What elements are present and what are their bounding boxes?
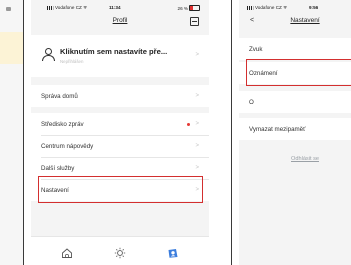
tab-scenes[interactable] (114, 246, 126, 259)
settings-screen: Vodafone CZ ᯤ 9:56 < Nastavení Zvuk Ozná… (239, 0, 351, 265)
scene-sun-icon (114, 247, 126, 259)
chevron-right-icon: > (195, 121, 199, 127)
chevron-right-icon: > (195, 52, 199, 58)
menu-item-label: Další služby (41, 165, 75, 172)
login-card[interactable]: Kliknutím sem nastavíte pře... Nepřihláš… (31, 35, 209, 77)
chevron-right-icon: > (195, 165, 199, 171)
chevron-right-icon: > (195, 143, 199, 149)
panel-divider (231, 0, 232, 265)
menu-item-message-center[interactable]: Středisko zpráv > (31, 113, 209, 135)
settings-item-label: O (249, 99, 254, 106)
unread-badge (187, 122, 190, 126)
profile-screen: Vodafone CZ ᯤ 11:34 26 % Profil Kliknutí… (31, 0, 209, 265)
settings-item-label: Zvuk (249, 46, 263, 53)
login-prompt: Kliknutím sem nastavíte pře... (60, 47, 168, 56)
user-icon (42, 48, 55, 61)
scan-icon[interactable] (190, 17, 199, 26)
battery-indicator: 26 % (178, 5, 200, 11)
signal-icon (247, 6, 254, 10)
settings-item-label: Vymazat mezipaměť (249, 126, 306, 133)
clock: 11:34 (109, 5, 121, 10)
status-bar: Vodafone CZ ᯤ 11:34 26 % (31, 3, 209, 15)
notifications-highlight-box (246, 59, 351, 86)
notice-banner (0, 32, 23, 64)
signal-icon (47, 6, 54, 10)
menu-item-label: Správa domů (41, 93, 78, 100)
back-button[interactable]: < (250, 17, 254, 24)
clock: 9:56 (309, 5, 319, 10)
status-icon (6, 7, 11, 11)
panel-divider (23, 0, 24, 265)
tab-home[interactable] (61, 246, 73, 258)
settings-item-clear-cache[interactable]: Vymazat mezipaměť (239, 118, 351, 140)
tab-bar (31, 236, 209, 265)
chevron-right-icon: > (195, 93, 199, 99)
carrier-label: Vodafone CZ ᯤ (247, 5, 287, 11)
previous-screen-fragment (0, 0, 23, 265)
status-bar: Vodafone CZ ᯤ 9:56 (239, 3, 351, 15)
battery-icon (189, 5, 200, 11)
page-title: Nastavení (290, 17, 320, 24)
settings-highlight-box (38, 176, 203, 203)
page-title: Profil (112, 17, 128, 24)
home-icon (62, 248, 72, 258)
menu-item-label: Středisko zpráv (41, 121, 84, 128)
profile-icon (168, 249, 178, 258)
logout-link[interactable]: Odhlásit se (259, 156, 351, 162)
login-status: Nepřihlášen (60, 59, 84, 64)
settings-item-sound[interactable]: Zvuk (239, 38, 351, 60)
menu-item-help-center[interactable]: Centrum nápovědy > (31, 135, 209, 157)
settings-item-about[interactable]: O (239, 91, 351, 113)
tab-profile[interactable] (167, 246, 179, 258)
carrier-label: Vodafone CZ ᯤ (47, 5, 87, 11)
menu-item-home-management[interactable]: Správa domů > (31, 85, 209, 107)
menu-item-label: Centrum nápovědy (41, 143, 94, 150)
